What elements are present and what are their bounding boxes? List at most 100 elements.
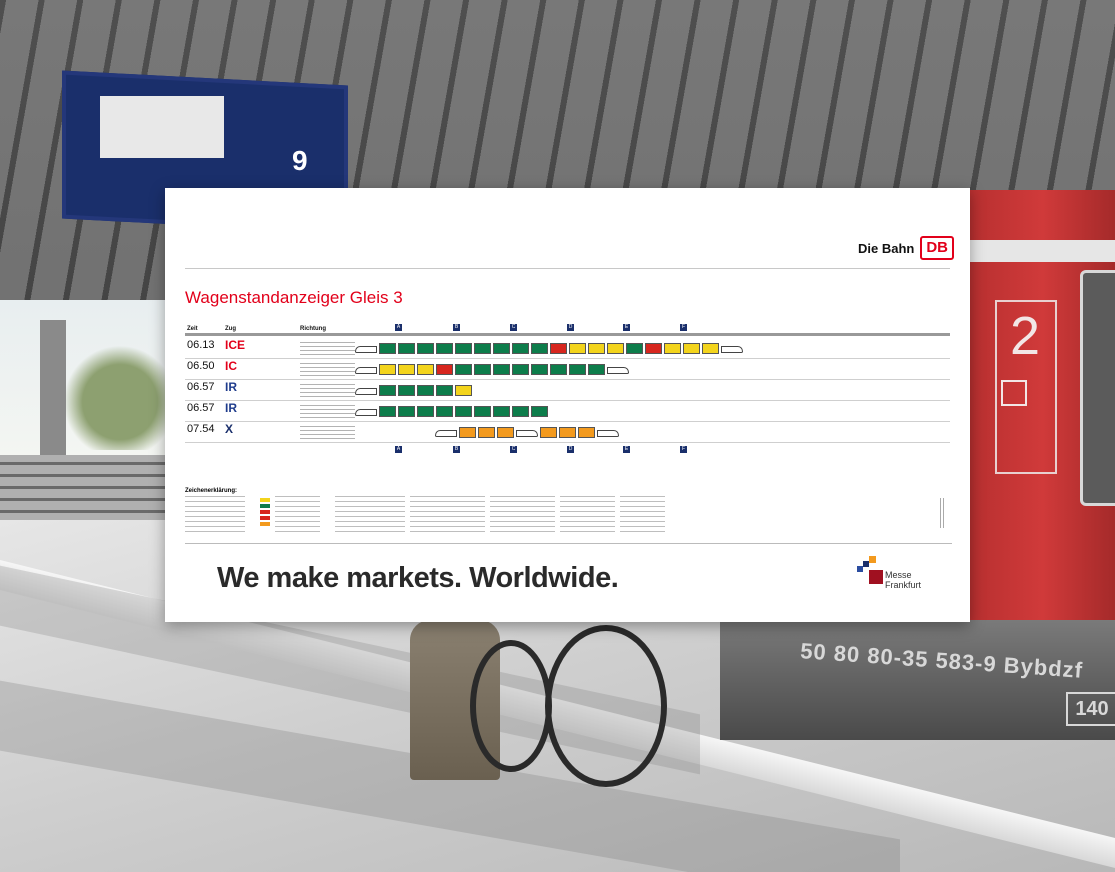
legend-title: Zeichenerklärung: [185, 488, 238, 494]
coach-green [626, 343, 643, 354]
route-stops [300, 425, 355, 439]
train-door-sign [1001, 380, 1027, 406]
column-header-time: Zeit [187, 326, 198, 332]
coach-green [436, 343, 453, 354]
coach-green [379, 343, 396, 354]
legend-section: Zeichenerklärung: [185, 488, 950, 538]
coach-yellow [683, 343, 700, 354]
train-car-code: 140 [1066, 692, 1115, 726]
train-type: X [225, 422, 234, 436]
legend-swatch-second-class [260, 504, 270, 508]
coach-red [436, 364, 453, 375]
sector-marker-top: B [453, 324, 460, 331]
coach-green [550, 364, 567, 375]
coach-red [645, 343, 662, 354]
coach-green [436, 385, 453, 396]
legend-text [335, 496, 405, 532]
legend-text [275, 496, 320, 532]
coach-green [417, 343, 434, 354]
sector-marker-bottom: D [567, 446, 574, 453]
train-door-number: 2 [1009, 306, 1041, 366]
coach-green [379, 385, 396, 396]
advertising-poster: Die Bahn DB Wagenstandanzeiger Gleis 3 Z… [165, 188, 970, 622]
coach-orange [459, 427, 476, 438]
departure-time: 07.54 [187, 423, 215, 435]
coach-orange [578, 427, 595, 438]
departure-time: 06.57 [187, 381, 215, 393]
sector-marker-bottom: F [680, 446, 687, 453]
poster-title: Wagenstandanzeiger Gleis 3 [185, 288, 403, 307]
train-type: ICE [225, 338, 246, 352]
legend-swatch-restaurant [260, 510, 270, 514]
coach-yellow [702, 343, 719, 354]
coach-green [474, 343, 491, 354]
legend-text [410, 496, 485, 532]
legend-swatch-other [260, 522, 270, 526]
coach-green [455, 406, 472, 417]
coach-yellow [379, 364, 396, 375]
coach-orange [559, 427, 576, 438]
train-roof-stripe [960, 240, 1115, 262]
coach-orange [540, 427, 557, 438]
locomotive-icon [355, 409, 377, 416]
locomotive-icon [355, 367, 377, 374]
coach-green [512, 364, 529, 375]
background-trees [60, 330, 180, 450]
coach-green [455, 343, 472, 354]
coach-green [398, 343, 415, 354]
sector-marker-bottom: C [510, 446, 517, 453]
db-logo: DB [920, 236, 954, 260]
coach-yellow [588, 343, 605, 354]
slogan: We make markets. Worldwide. [217, 562, 619, 594]
coach-yellow [664, 343, 681, 354]
sector-marker-bottom: B [453, 446, 460, 453]
route-stops [300, 383, 355, 397]
coach-yellow [607, 343, 624, 354]
sector-marker-bottom: E [623, 446, 630, 453]
coach-green [474, 364, 491, 375]
locomotive-icon [516, 430, 538, 437]
train-row: 06.57 IR [185, 380, 950, 401]
brand-name: Die Bahn [857, 240, 915, 256]
coach-green [417, 406, 434, 417]
sector-marker-top: F [680, 324, 687, 331]
train-row: 07.54 X [185, 422, 950, 443]
column-header-train: Zug [225, 326, 236, 332]
coach-green [531, 406, 548, 417]
coach-green [512, 343, 529, 354]
route-stops [300, 362, 355, 376]
sector-marker-top: C [510, 324, 517, 331]
divider [185, 268, 950, 269]
train-row: 06.13 ICE [185, 338, 950, 359]
sector-marker-top: A [395, 324, 402, 331]
locomotive-icon [607, 367, 629, 374]
coach-green [398, 406, 415, 417]
coach-green [493, 364, 510, 375]
train-type: IR [225, 380, 237, 394]
coach-green [379, 406, 396, 417]
coach-green [417, 385, 434, 396]
train-row: 06.57 IR [185, 401, 950, 422]
bicycle-wheel [470, 640, 552, 772]
ad-banner: We make markets. Worldwide. Messe Frankf… [185, 543, 952, 608]
messe-frankfurt-icon [857, 556, 883, 584]
coach-green [588, 364, 605, 375]
train-window [1080, 270, 1115, 506]
bicycle-wheel [545, 625, 667, 787]
sector-marker-top: E [623, 324, 630, 331]
route-stops [300, 341, 355, 355]
print-info [940, 498, 946, 528]
coach-green [512, 406, 529, 417]
legend-train-types [185, 496, 245, 532]
coach-red [550, 343, 567, 354]
coach-green [531, 343, 548, 354]
train-row: 06.50 IC [185, 359, 950, 380]
messe-frankfurt-text: Messe Frankfurt [885, 570, 922, 590]
coach-yellow [398, 364, 415, 375]
locomotive-icon [435, 430, 457, 437]
route-stops [300, 404, 355, 418]
legend-swatch-first-class [260, 498, 270, 502]
train-type: IR [225, 401, 237, 415]
locomotive-icon [597, 430, 619, 437]
departure-time: 06.50 [187, 360, 215, 372]
